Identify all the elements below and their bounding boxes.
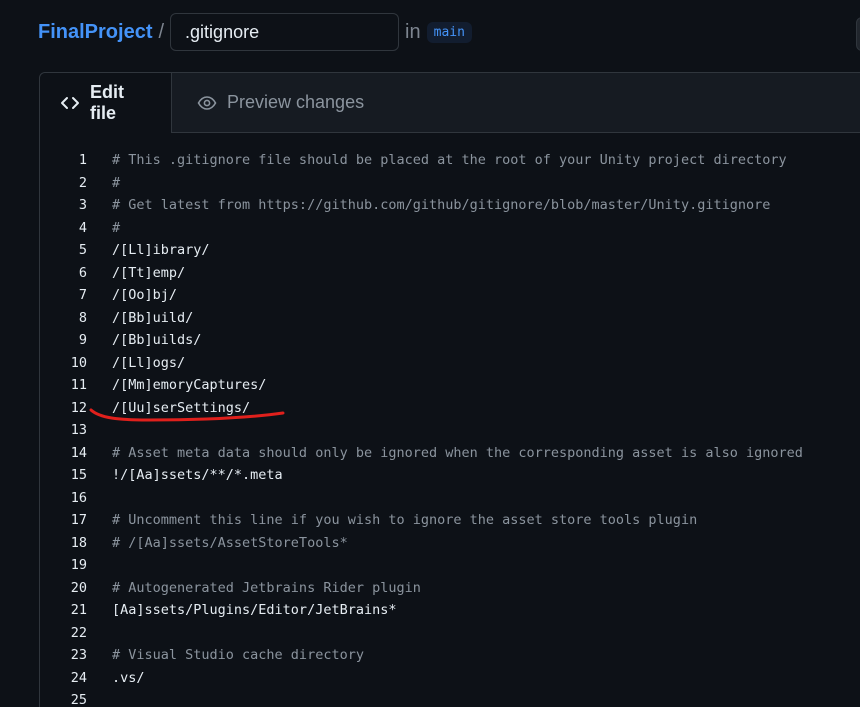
line-text: /[Ll]ogs/ [112, 354, 186, 371]
code-line[interactable]: 13 [40, 419, 860, 442]
line-number: 22 [70, 624, 87, 641]
code-icon [60, 93, 80, 113]
line-text: [Aa]ssets/Plugins/Editor/JetBrains* [112, 602, 397, 618]
commit-changes-button[interactable] [856, 17, 860, 51]
code-line[interactable]: 15 !/[Aa]ssets/**/*.meta [40, 464, 860, 487]
line-number: 18 [70, 534, 87, 551]
code-line[interactable]: 11 /[Mm]emoryCaptures/ [40, 374, 860, 397]
breadcrumb: FinalProject / in main [38, 12, 472, 52]
line-number: 5 [78, 242, 87, 258]
line-number: 20 [70, 579, 87, 596]
code-line[interactable]: 10 /[Ll]ogs/ [40, 352, 860, 375]
line-number: 9 [78, 332, 87, 348]
line-text: /[Uu]serSettings/ [112, 399, 251, 416]
line-text [87, 419, 112, 442]
line-text: # [112, 174, 121, 191]
line-number: 12 [70, 399, 87, 416]
line-number: 10 [70, 354, 87, 371]
line-text [87, 622, 112, 645]
line-number: 11 [70, 377, 87, 393]
line-text: # Uncomment this line if you wish to ign… [112, 512, 698, 528]
line-text: # This .gitignore file should be placed … [112, 152, 787, 168]
code-line[interactable]: 24 .vs/ [40, 667, 860, 690]
code-line[interactable]: 16 [40, 487, 860, 510]
line-text: # Get latest from https://github.com/git… [112, 197, 771, 213]
line-number: 17 [70, 512, 87, 528]
line-number: 1 [78, 152, 87, 168]
code-line[interactable]: 23 # Visual Studio cache directory [40, 644, 860, 667]
line-number: 6 [78, 264, 87, 281]
code-line[interactable]: 9 /[Bb]uilds/ [40, 329, 860, 352]
eye-icon [197, 93, 217, 113]
code-line[interactable]: 14 # Asset meta data should only be ignor… [40, 442, 860, 465]
code-line[interactable]: 25 [40, 689, 860, 707]
tab-preview-changes-label: Preview changes [227, 92, 365, 112]
line-number: 21 [70, 602, 87, 618]
line-number: 4 [78, 219, 87, 236]
line-text: /[Bb]uild/ [112, 309, 194, 326]
code-line[interactable]: 6 /[Tt]emp/ [40, 262, 860, 285]
line-text: # Asset meta data should only be ignored… [112, 444, 803, 461]
line-number: 8 [78, 309, 87, 326]
branch-badge[interactable]: main [426, 21, 472, 43]
tab-edit-file-label: Edit file [90, 82, 124, 123]
line-text: # Visual Studio cache directory [112, 647, 364, 663]
code-line[interactable]: 19 [40, 554, 860, 577]
line-text: # Autogenerated Jetbrains Rider plugin [112, 579, 421, 596]
code-line[interactable]: 12 /[Uu]serSettings/ [40, 397, 860, 420]
code-line[interactable]: 18 # /[Aa]ssets/AssetStoreTools* [40, 532, 860, 555]
line-text: /[Mm]emoryCaptures/ [112, 377, 267, 393]
code-line[interactable]: 4 # [40, 217, 860, 240]
line-text: /[Bb]uilds/ [112, 332, 202, 348]
code-editor[interactable]: 1 # This .gitignore file should be placed… [40, 149, 860, 707]
edit-file-page: FinalProject / in main Edit file [0, 0, 860, 707]
line-number: 3 [78, 197, 87, 213]
code-line[interactable]: 1 # This .gitignore file should be placed… [40, 149, 860, 172]
line-text: /[Tt]emp/ [112, 264, 186, 281]
line-number: 13 [70, 422, 87, 438]
line-number: 16 [70, 489, 87, 506]
code-line[interactable]: 7 /[Oo]bj/ [40, 284, 860, 307]
code-line[interactable]: 22 [40, 622, 860, 645]
line-text: !/[Aa]ssets/**/*.meta [112, 467, 283, 483]
line-number: 25 [70, 692, 87, 707]
line-number: 7 [78, 287, 87, 303]
code-line[interactable]: 8 /[Bb]uild/ [40, 307, 860, 330]
line-text [87, 487, 112, 510]
filename-input[interactable] [170, 13, 400, 51]
code-line[interactable]: 2 # [40, 172, 860, 195]
tab-preview-changes[interactable]: Preview changes [172, 73, 384, 132]
line-text: # /[Aa]ssets/AssetStoreTools* [112, 534, 348, 551]
code-line[interactable]: 5 /[Ll]ibrary/ [40, 239, 860, 262]
line-text: /[Oo]bj/ [112, 287, 178, 303]
line-number: 15 [70, 467, 87, 483]
code-line[interactable]: 17 # Uncomment this line if you wish to i… [40, 509, 860, 532]
code-line[interactable]: 21 [Aa]ssets/Plugins/Editor/JetBrains* [40, 599, 860, 622]
code-line[interactable]: 20 # Autogenerated Jetbrains Rider plugin [40, 577, 860, 600]
editor-tabs: Edit file Preview changes [40, 73, 860, 133]
line-number: 23 [70, 647, 87, 663]
line-text [87, 554, 112, 577]
in-label: in [405, 20, 421, 43]
line-text: # [112, 219, 121, 236]
editor-container: Edit file Preview changes 1 # This .gitig… [39, 72, 860, 707]
repo-link[interactable]: FinalProject [38, 21, 152, 44]
line-number: 19 [70, 557, 87, 573]
line-number: 14 [70, 444, 87, 461]
line-text: .vs/ [112, 669, 145, 686]
code-line[interactable]: 3 # Get latest from https://github.com/gi… [40, 194, 860, 217]
tab-edit-file[interactable]: Edit file [40, 73, 172, 133]
line-number: 2 [78, 174, 87, 191]
line-number: 24 [70, 669, 87, 686]
breadcrumb-separator: / [158, 20, 165, 43]
line-text: /[Ll]ibrary/ [112, 242, 210, 258]
line-text [87, 689, 112, 707]
